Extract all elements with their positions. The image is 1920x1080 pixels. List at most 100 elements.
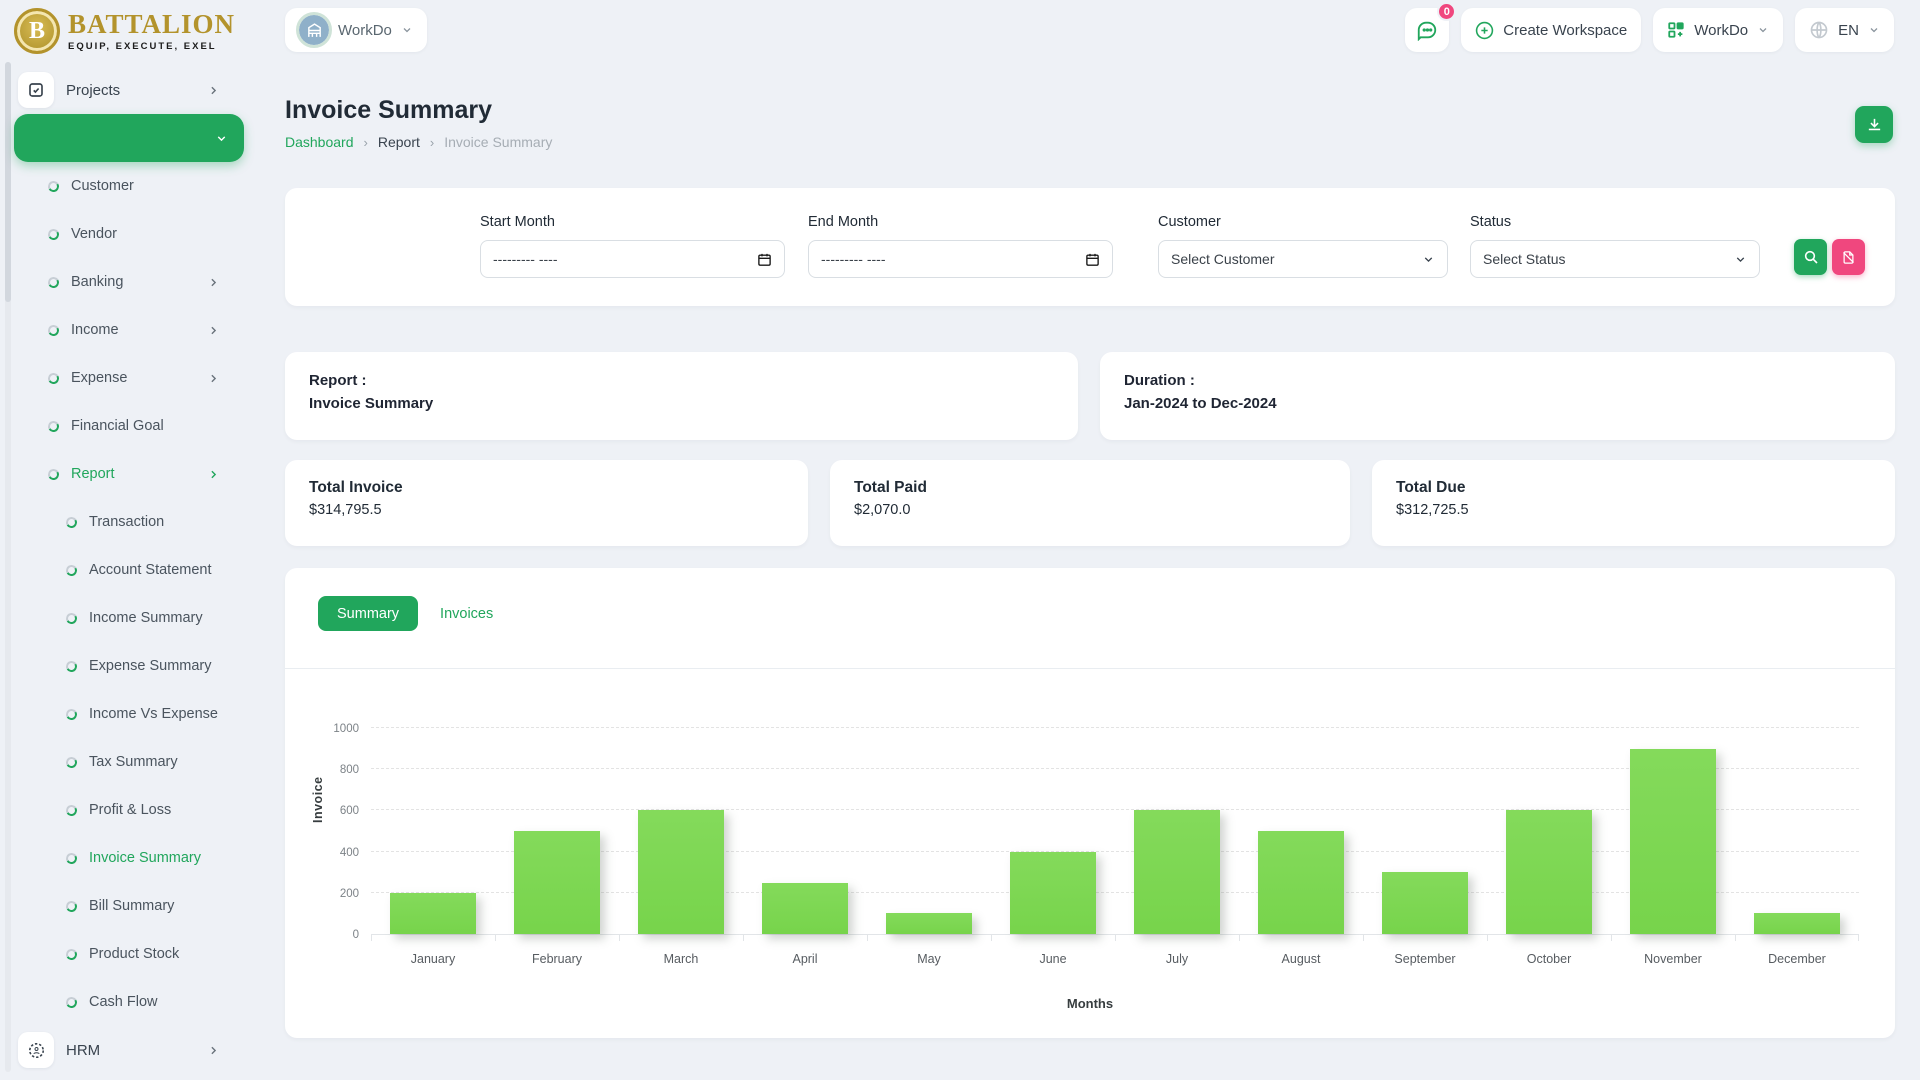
sidebar-item-bill-summary[interactable]: Bill Summary <box>0 882 258 930</box>
filter-panel: Start Month --------- ---- End Month ---… <box>285 188 1895 306</box>
x-label-november: November <box>1611 952 1735 966</box>
bar-slot-august <box>1239 729 1363 934</box>
end-month-input[interactable]: --------- ---- <box>808 240 1113 278</box>
chevron-right-icon <box>207 468 220 481</box>
sidebar-item-label: Report <box>71 466 115 482</box>
total-paid-card: Total Paid $2,070.0 <box>830 460 1350 546</box>
sidebar-item-profit-loss[interactable]: Profit & Loss <box>0 786 258 834</box>
page-title: Invoice Summary <box>285 96 492 125</box>
sidebar-item-label: Transaction <box>89 514 164 530</box>
sidebar-item-invoice-summary[interactable]: Invoice Summary <box>0 834 258 882</box>
start-month-input[interactable]: --------- ---- <box>480 240 785 278</box>
sidebar-item-income-vs-expense[interactable]: Income Vs Expense <box>0 690 258 738</box>
bullet-icon <box>47 275 60 288</box>
sidebar-item-financial-goal[interactable]: Financial Goal <box>0 402 258 450</box>
apply-filter-button[interactable] <box>1794 239 1827 275</box>
sidebar-item-transaction[interactable]: Transaction <box>0 498 258 546</box>
bullet-icon <box>47 323 60 336</box>
chevron-down-icon <box>1422 253 1435 266</box>
bar-may[interactable] <box>886 913 972 934</box>
sidebar-item-customer[interactable]: Customer <box>0 162 258 210</box>
sidebar-item-income[interactable]: Income <box>0 306 258 354</box>
x-tickmark <box>1735 934 1736 941</box>
messages-button[interactable]: 0 <box>1405 8 1449 52</box>
x-tickmark <box>619 934 620 941</box>
sidebar-item-expense[interactable]: Expense <box>0 354 258 402</box>
x-tickmark <box>495 934 496 941</box>
workspace-switcher[interactable]: WorkDo <box>285 8 427 52</box>
language-selector[interactable]: EN <box>1795 8 1894 52</box>
x-label-december: December <box>1735 952 1859 966</box>
sidebar-item-product-stock[interactable]: Product Stock <box>0 930 258 978</box>
sidebar-item-label: Vendor <box>71 226 117 242</box>
bar-april[interactable] <box>762 883 848 935</box>
sidebar-item-report[interactable]: Report <box>0 450 258 498</box>
bar-october[interactable] <box>1506 810 1592 934</box>
bar-august[interactable] <box>1258 831 1344 934</box>
bar-january[interactable] <box>390 893 476 934</box>
tab-invoices[interactable]: Invoices <box>440 606 493 622</box>
globe-icon <box>1809 20 1829 40</box>
chevron-right-icon <box>207 324 220 337</box>
customer-select[interactable]: Select Customer <box>1158 240 1448 278</box>
reset-filter-button[interactable] <box>1832 239 1865 275</box>
customer-label: Customer <box>1158 214 1221 230</box>
sidebar-item-hrm[interactable]: HRM <box>0 1026 258 1074</box>
chevron-right-icon <box>207 84 220 97</box>
total-due-value: $312,725.5 <box>1396 502 1871 518</box>
chevron-right-icon <box>207 276 220 289</box>
sidebar-item-vendor[interactable]: Vendor <box>0 210 258 258</box>
bar-july[interactable] <box>1134 810 1220 934</box>
status-select[interactable]: Select Status <box>1470 240 1760 278</box>
bullet-icon <box>47 371 60 384</box>
bar-december[interactable] <box>1754 913 1840 934</box>
sidebar-item-banking[interactable]: Banking <box>0 258 258 306</box>
bar-june[interactable] <box>1010 852 1096 934</box>
create-workspace-label: Create Workspace <box>1503 22 1627 39</box>
x-label-april: April <box>743 952 867 966</box>
sidebar-item-income-summary[interactable]: Income Summary <box>0 594 258 642</box>
bar-september[interactable] <box>1382 872 1468 934</box>
sidebar-item-label: Customer <box>71 178 134 194</box>
y-tick-1000: 1000 <box>333 723 359 735</box>
breadcrumb-dashboard[interactable]: Dashboard <box>285 134 354 150</box>
sidebar-item-accounting[interactable]: Accounting <box>0 114 258 162</box>
bar-november[interactable] <box>1630 749 1716 934</box>
create-workspace-button[interactable]: Create Workspace <box>1461 8 1641 52</box>
bar-slot-june <box>991 729 1115 934</box>
grid-icon <box>1667 21 1685 39</box>
building-icon <box>306 22 323 39</box>
app-menu-button[interactable]: WorkDo <box>1653 8 1783 52</box>
report-label: Report : <box>309 372 1054 389</box>
chart-x-axis-labels: JanuaryFebruaryMarchAprilMayJuneJulyAugu… <box>371 952 1859 966</box>
sidebar-item-label: Tax Summary <box>89 754 178 770</box>
sidebar-item-cash-flow[interactable]: Cash Flow <box>0 978 258 1026</box>
sidebar-item-expense-summary[interactable]: Expense Summary <box>0 642 258 690</box>
breadcrumb-report[interactable]: Report <box>378 134 420 150</box>
sidebar-item-label: Product Stock <box>89 946 179 962</box>
sidebar-item-projects[interactable]: Projects <box>0 66 258 114</box>
bar-march[interactable] <box>638 810 724 934</box>
bar-slot-november <box>1611 729 1735 934</box>
breadcrumb: Dashboard › Report › Invoice Summary <box>285 134 552 150</box>
bar-slot-september <box>1363 729 1487 934</box>
bar-february[interactable] <box>514 831 600 934</box>
bullet-icon <box>65 803 78 816</box>
bullet-icon <box>47 419 60 432</box>
bullet-icon <box>65 659 78 672</box>
tab-summary[interactable]: Summary <box>318 596 418 631</box>
download-button[interactable] <box>1855 106 1893 143</box>
x-label-august: August <box>1239 952 1363 966</box>
chevron-down-icon <box>1734 253 1747 266</box>
sidebar-item-account-statement[interactable]: Account Statement <box>0 546 258 594</box>
bullet-icon <box>65 563 78 576</box>
x-label-february: February <box>495 952 619 966</box>
sidebar-item-tax-summary[interactable]: Tax Summary <box>0 738 258 786</box>
duration-value: Jan-2024 to Dec-2024 <box>1124 395 1871 412</box>
chevron-right-icon <box>207 372 220 385</box>
sidebar-item-label: Bill Summary <box>89 898 174 914</box>
bullet-icon <box>65 851 78 864</box>
x-label-june: June <box>991 952 1115 966</box>
chat-icon <box>1416 19 1438 41</box>
brand-logo[interactable]: B BATTALION EQUIP, EXECUTE, EXEL <box>14 8 235 54</box>
